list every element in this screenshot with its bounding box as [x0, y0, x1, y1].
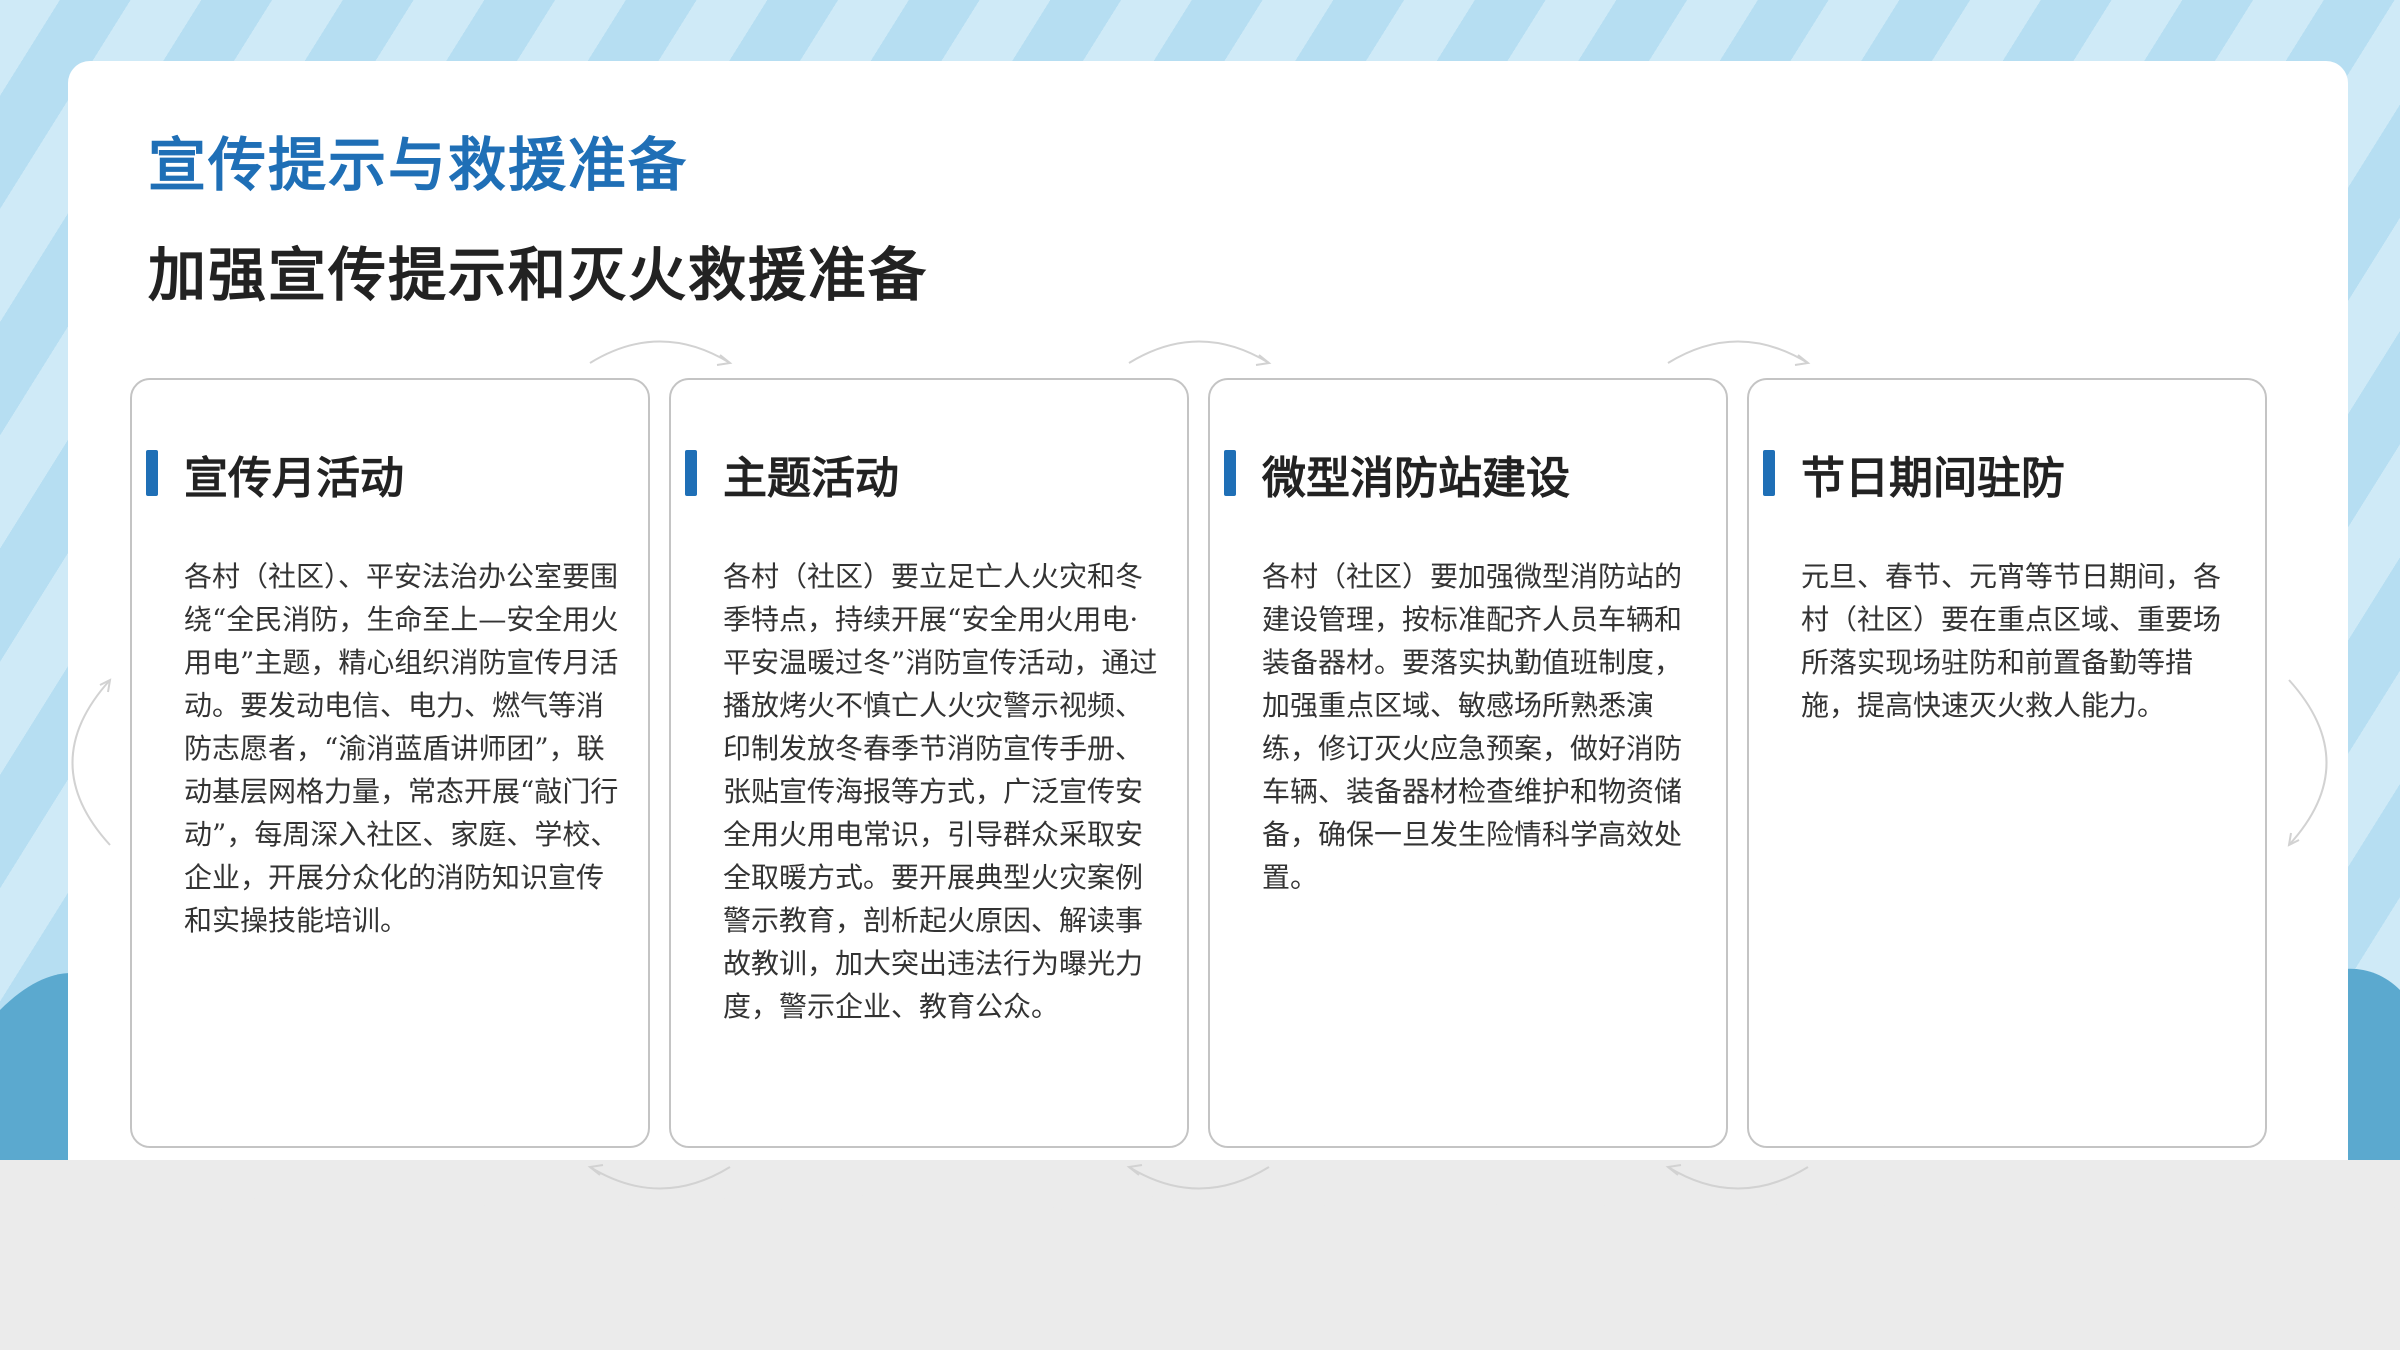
card-heading: 主题活动 [723, 453, 899, 504]
card-mini-fire-station: 微型消防站建设 各村（社区）要加强微型消防站的建设管理，按标准配齐人员车辆和装备… [1208, 378, 1728, 1148]
card-body: 元旦、春节、元宵等节日期间，各村（社区）要在重点区域、重要场所落实现场驻防和前置… [1801, 560, 2222, 722]
page-subtitle: 加强宣传提示和灭火救援准备 [148, 241, 929, 309]
card-heading: 节日期间驻防 [1801, 453, 2065, 504]
page-title: 宣传提示与救援准备 [148, 131, 689, 199]
card-accent-bar [1224, 450, 1236, 496]
connector-arc-right [2287, 679, 2328, 847]
connector-arc-top-1 [589, 340, 733, 366]
card-publicity-month: 宣传月活动 各村（社区）、平安法治办公室要围绕“全民消防，生命至上—安全用火用电… [130, 378, 650, 1148]
card-accent-bar [146, 450, 158, 496]
connector-arc-top-2 [1128, 340, 1272, 366]
card-holiday-garrison: 节日期间驻防 元旦、春节、元宵等节日期间，各村（社区）要在重点区域、重要场所落实… [1747, 378, 2267, 1148]
card-body: 各村（社区）要加强微型消防站的建设管理，按标准配齐人员车辆和装备器材。要落实执勤… [1262, 560, 1683, 894]
connector-arc-bottom-2 [1126, 1164, 1270, 1190]
card-heading: 微型消防站建设 [1262, 453, 1570, 504]
card-accent-bar [685, 450, 697, 496]
connector-arc-top-3 [1667, 340, 1811, 366]
card-body: 各村（社区）要立足亡人火灾和冬季特点，持续开展“安全用火用电·平安温暖过冬”消防… [723, 560, 1158, 1023]
card-body: 各村（社区）、平安法治办公室要围绕“全民消防，生命至上—安全用火用电”主题，精心… [184, 560, 619, 937]
connector-arc-bottom-1 [587, 1164, 731, 1190]
card-theme-activity: 主题活动 各村（社区）要立足亡人火灾和冬季特点，持续开展“安全用火用电·平安温暖… [669, 378, 1189, 1148]
connector-arc-left [71, 678, 112, 846]
connector-arc-bottom-3 [1665, 1164, 1809, 1190]
card-accent-bar [1763, 450, 1775, 496]
card-heading: 宣传月活动 [184, 453, 404, 504]
